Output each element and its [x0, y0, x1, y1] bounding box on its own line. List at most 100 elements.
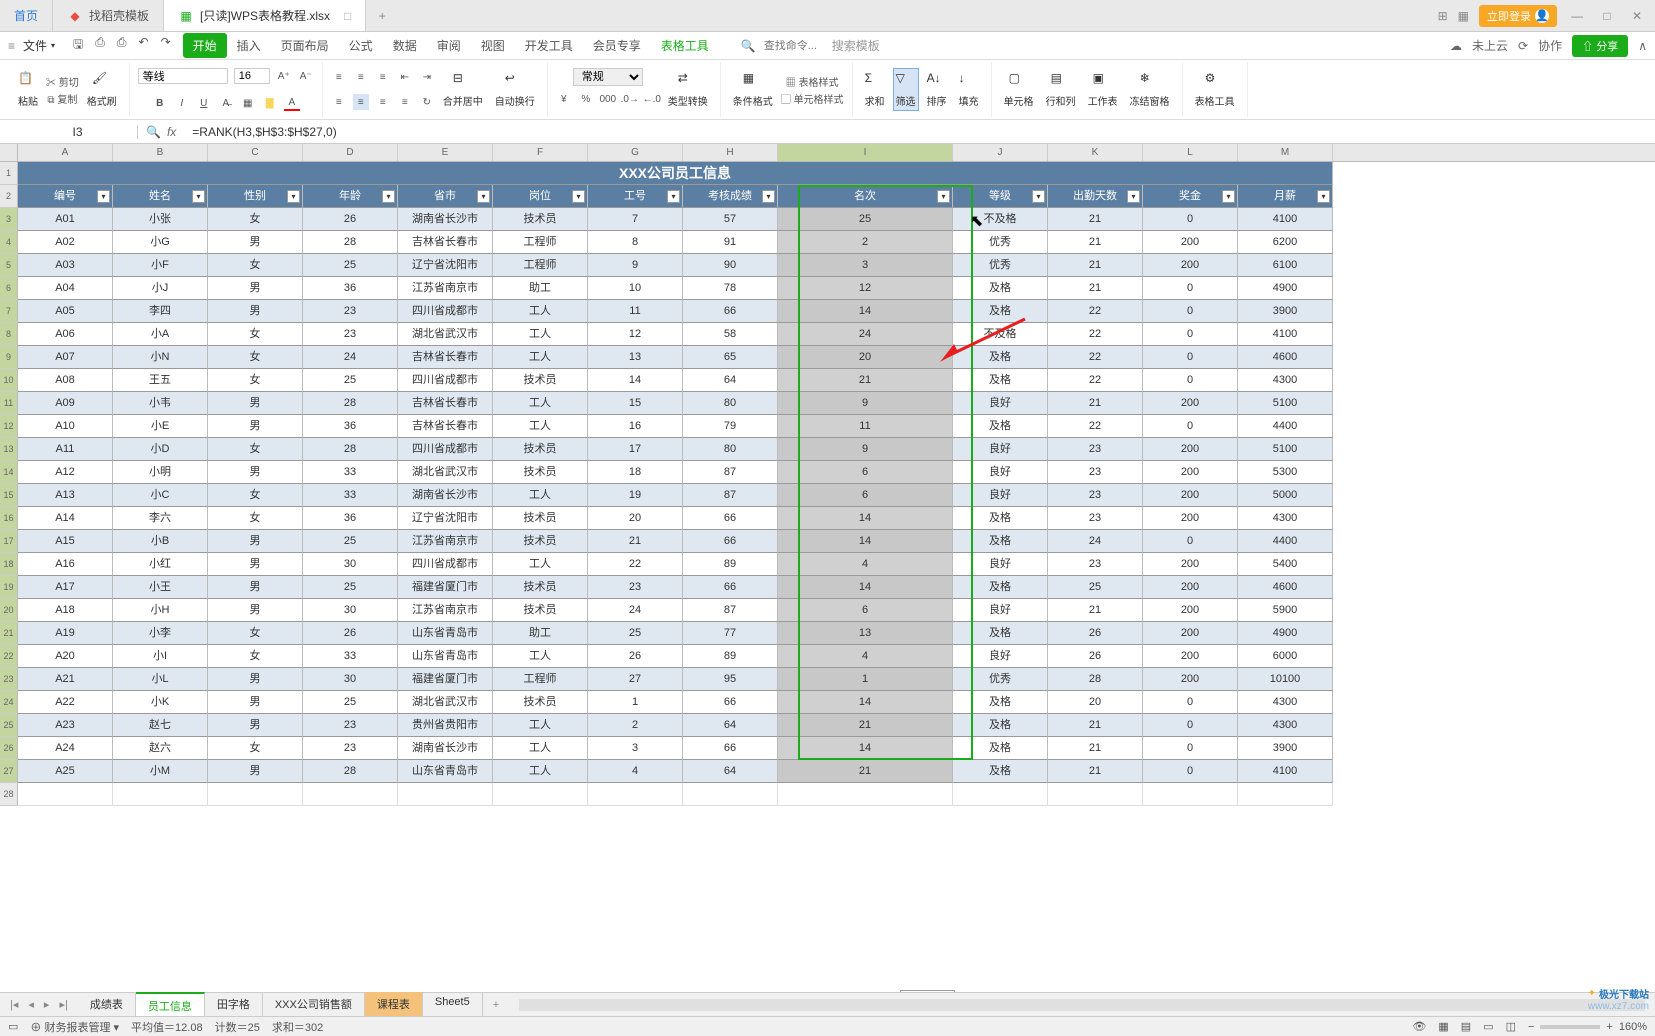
cell[interactable]: 工人	[493, 714, 588, 737]
cell[interactable]: 23	[303, 323, 398, 346]
cell[interactable]: 山东省青岛市	[398, 645, 493, 668]
cell[interactable]: 200	[1143, 461, 1238, 484]
command-search-input[interactable]	[764, 40, 824, 52]
cell[interactable]: 1	[778, 668, 953, 691]
sheet-nav-last[interactable]: ▸|	[55, 998, 71, 1011]
col-header-E[interactable]: E	[398, 144, 493, 161]
text-color-icon[interactable]: A	[284, 95, 300, 111]
align-bottom-icon[interactable]: ≡	[375, 69, 391, 85]
cell[interactable]: A07	[18, 346, 113, 369]
cell[interactable]: 21	[1048, 599, 1143, 622]
cell[interactable]: 4600	[1238, 576, 1333, 599]
cell[interactable]: 技术员	[493, 507, 588, 530]
cell[interactable]: 8	[588, 231, 683, 254]
border-icon[interactable]: ▦	[240, 95, 256, 111]
cell[interactable]: 66	[683, 530, 778, 553]
cell[interactable]: 4900	[1238, 622, 1333, 645]
cell[interactable]: 23	[588, 576, 683, 599]
cell[interactable]: 及格	[953, 714, 1048, 737]
cell[interactable]: 4600	[1238, 346, 1333, 369]
cell[interactable]: 23	[1048, 484, 1143, 507]
cell[interactable]: 200	[1143, 553, 1238, 576]
filter-button-出勤天数[interactable]: ▾	[1127, 190, 1140, 203]
cell[interactable]: A16	[18, 553, 113, 576]
inc-decimal-icon[interactable]: .0→	[622, 92, 638, 108]
cell[interactable]: A15	[18, 530, 113, 553]
col-header-J[interactable]: J	[953, 144, 1048, 161]
cell[interactable]: 男	[208, 553, 303, 576]
cell[interactable]: 21	[588, 530, 683, 553]
cell[interactable]: 79	[683, 415, 778, 438]
row-header-10[interactable]: 10	[0, 369, 18, 392]
cell[interactable]: 28	[303, 438, 398, 461]
cell[interactable]: 及格	[953, 415, 1048, 438]
cell[interactable]: 工人	[493, 392, 588, 415]
cut-button[interactable]: ✂ 剪切	[46, 74, 79, 89]
cell[interactable]: 27	[588, 668, 683, 691]
cell[interactable]: 女	[208, 369, 303, 392]
cell[interactable]: 23	[303, 737, 398, 760]
cell[interactable]: 良好	[953, 461, 1048, 484]
cell[interactable]: 女	[208, 622, 303, 645]
cell[interactable]: 36	[303, 507, 398, 530]
cell[interactable]: A22	[18, 691, 113, 714]
cell[interactable]: 0	[1143, 760, 1238, 783]
cell[interactable]: 江苏省南京市	[398, 277, 493, 300]
cell[interactable]: 25	[588, 622, 683, 645]
filter-button-考核成绩[interactable]: ▾	[762, 190, 775, 203]
cell[interactable]: 4	[778, 645, 953, 668]
freeze-button[interactable]: ❄冻结窗格	[1126, 69, 1174, 110]
cell[interactable]: 工人	[493, 760, 588, 783]
maximize-button[interactable]: □	[1597, 9, 1617, 23]
cell[interactable]: 10100	[1238, 668, 1333, 691]
login-button[interactable]: 立即登录 👤	[1479, 5, 1557, 27]
zoom-in-button[interactable]: +	[1606, 1021, 1612, 1033]
tab-home[interactable]: 首页	[0, 0, 53, 31]
cell[interactable]: 女	[208, 484, 303, 507]
cell[interactable]: 64	[683, 714, 778, 737]
rowcol-button[interactable]: ▤行和列	[1042, 69, 1080, 110]
row-header-14[interactable]: 14	[0, 461, 18, 484]
cell[interactable]: 87	[683, 461, 778, 484]
cell[interactable]: 男	[208, 668, 303, 691]
cell[interactable]: 技术员	[493, 691, 588, 714]
cell[interactable]: A01	[18, 208, 113, 231]
cell[interactable]: 36	[303, 277, 398, 300]
cell[interactable]: 山东省青岛市	[398, 622, 493, 645]
cell[interactable]: 女	[208, 645, 303, 668]
cell[interactable]: 3	[778, 254, 953, 277]
merge-button[interactable]: ⊟合并居中	[439, 69, 487, 110]
fill-color-icon[interactable]: ▇	[262, 95, 278, 111]
cell[interactable]: 6	[778, 484, 953, 507]
cell[interactable]: 24	[778, 323, 953, 346]
cell[interactable]: 14	[778, 576, 953, 599]
redo-icon[interactable]: ↷	[161, 35, 171, 56]
filter-button-姓名[interactable]: ▾	[192, 190, 205, 203]
cell[interactable]: 89	[683, 645, 778, 668]
row-header-20[interactable]: 20	[0, 599, 18, 622]
cell[interactable]: 95	[683, 668, 778, 691]
cell[interactable]: 良好	[953, 392, 1048, 415]
cell[interactable]: 4100	[1238, 760, 1333, 783]
cell[interactable]: 小A	[113, 323, 208, 346]
cell[interactable]: 及格	[953, 622, 1048, 645]
filter-button-性别[interactable]: ▾	[287, 190, 300, 203]
orientation-icon[interactable]: ↻	[419, 94, 435, 110]
cell[interactable]: 10	[588, 277, 683, 300]
cell[interactable]: 良好	[953, 599, 1048, 622]
cell[interactable]: A12	[18, 461, 113, 484]
cell[interactable]: 14	[588, 369, 683, 392]
cell[interactable]: A24	[18, 737, 113, 760]
cell[interactable]: 及格	[953, 691, 1048, 714]
cell[interactable]: 5100	[1238, 438, 1333, 461]
row-header-1[interactable]: 1	[0, 162, 18, 185]
cell[interactable]: 湖北省武汉市	[398, 691, 493, 714]
cell[interactable]: 12	[778, 277, 953, 300]
sort-button[interactable]: A↓排序	[923, 69, 951, 110]
cell[interactable]: 9	[778, 438, 953, 461]
align-right-icon[interactable]: ≡	[375, 94, 391, 110]
cell[interactable]: 64	[683, 760, 778, 783]
col-header-G[interactable]: G	[588, 144, 683, 161]
row-header-28[interactable]: 28	[0, 783, 18, 806]
filter-button[interactable]: ▽筛选	[893, 68, 919, 111]
